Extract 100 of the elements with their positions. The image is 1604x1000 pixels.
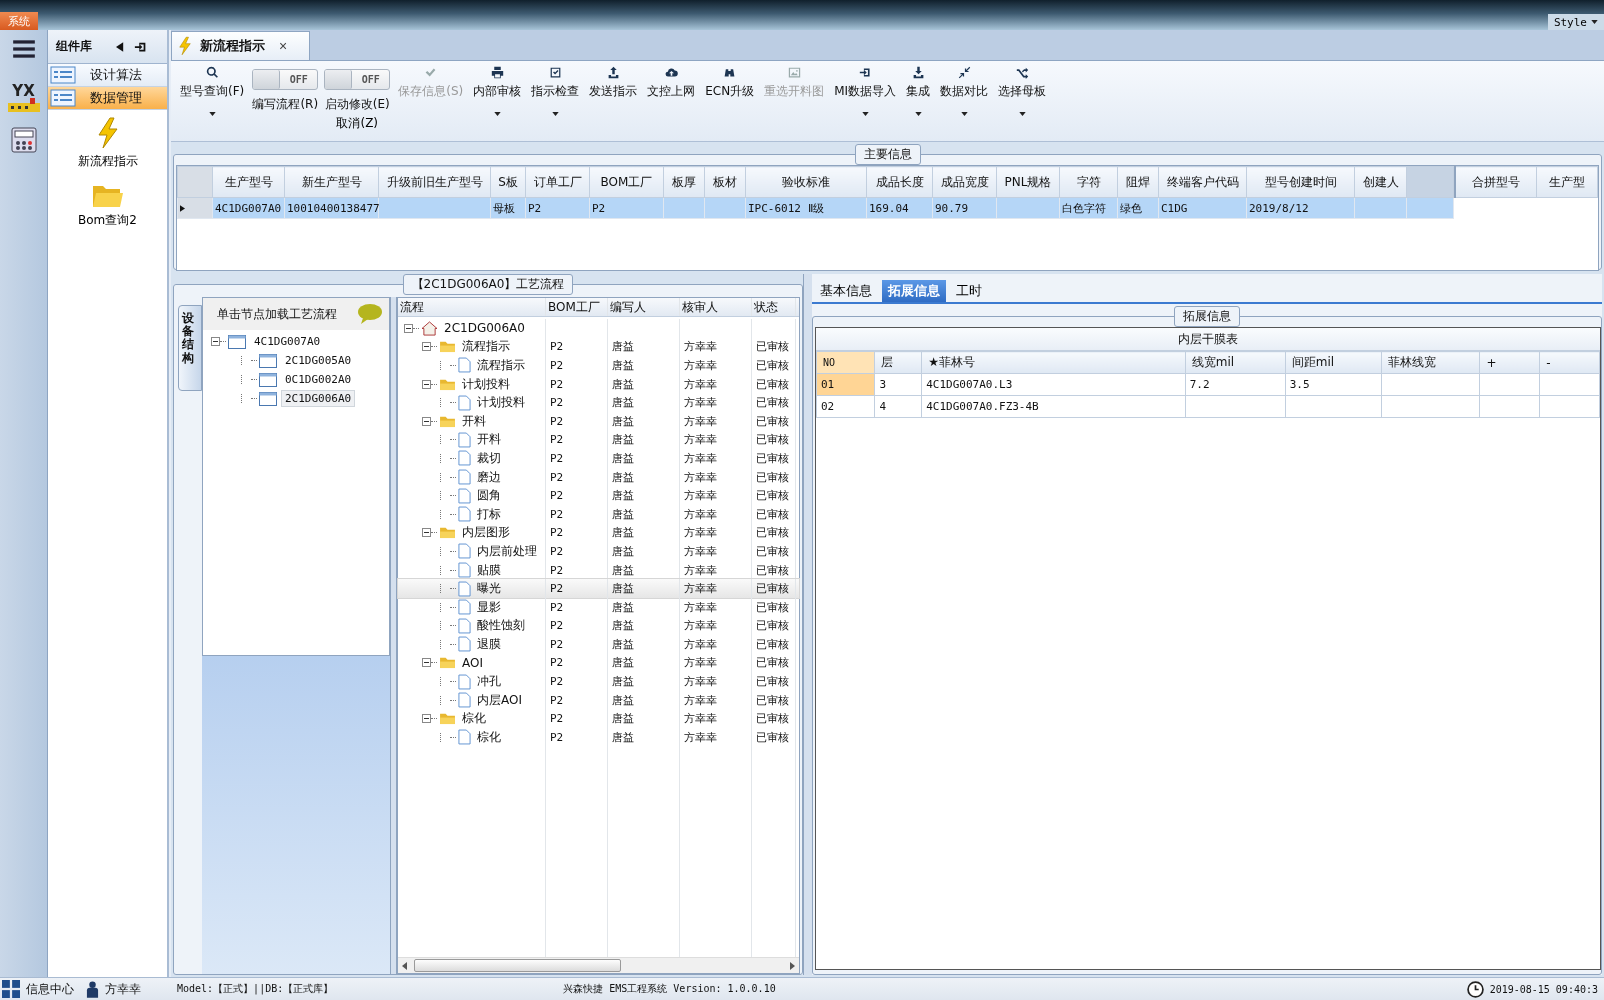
column-header[interactable]: - bbox=[1539, 351, 1600, 374]
tree-node[interactable]: 0C1DG002A0 bbox=[281, 371, 356, 388]
table-cell: 唐益 bbox=[612, 599, 634, 615]
factory-logo[interactable]: YX bbox=[7, 84, 40, 112]
tree-row[interactable]: 棕化 P2 唐益 方幸幸 已审核 bbox=[398, 709, 799, 729]
column-header[interactable]: 验收标准 bbox=[745, 166, 867, 198]
column-header[interactable]: ★菲林号 bbox=[921, 351, 1186, 374]
tree-row[interactable]: 计划投料 P2 唐益 方幸幸 已审核 bbox=[398, 393, 799, 412]
tree-node[interactable]: 4C1DG007A0 bbox=[250, 333, 325, 350]
column-header[interactable]: 间距mil bbox=[1285, 351, 1382, 374]
toggle-switch[interactable]: OFF bbox=[324, 69, 391, 90]
tree-row[interactable]: 2C1DG006A0 bbox=[398, 319, 799, 338]
column-header[interactable]: 状态 bbox=[752, 298, 796, 316]
tree-row[interactable]: 打标 P2 唐益 方幸幸 已审核 bbox=[398, 504, 799, 524]
tree-row[interactable]: 开料 P2 唐益 方幸幸 已审核 bbox=[398, 430, 799, 450]
tree-row[interactable]: 内层前处理 P2 唐益 方幸幸 已审核 bbox=[398, 542, 799, 561]
scroll-left-icon[interactable] bbox=[402, 961, 407, 970]
column-header[interactable]: 核审人 bbox=[680, 298, 752, 316]
tab[interactable]: 基本信息 bbox=[814, 280, 878, 302]
tab[interactable]: 拓展信息 bbox=[882, 280, 946, 302]
column-header[interactable]: 创建人 bbox=[1354, 166, 1407, 198]
column-header[interactable]: NO bbox=[816, 351, 875, 374]
column-header[interactable]: 成品宽度 bbox=[932, 166, 997, 198]
column-header[interactable]: 线宽mil bbox=[1185, 351, 1286, 374]
tree-label: 显影 bbox=[477, 598, 501, 616]
column-header[interactable]: PNL规格 bbox=[996, 166, 1060, 198]
tree-row[interactable]: 棕化 P2 唐益 方幸幸 已审核 bbox=[398, 728, 799, 747]
expander-icon[interactable] bbox=[211, 337, 220, 346]
tool-launcher[interactable]: Bom查询2 bbox=[72, 181, 143, 230]
column-header[interactable]: 层 bbox=[874, 351, 922, 374]
column-header[interactable]: 流程 bbox=[398, 298, 546, 316]
style-menu[interactable]: Style bbox=[1547, 14, 1604, 30]
toolbar-button[interactable]: 集成 bbox=[904, 64, 933, 102]
tree-row[interactable]: 磨边 P2 唐益 方幸幸 已审核 bbox=[398, 467, 799, 487]
scroll-right-icon[interactable] bbox=[790, 961, 795, 970]
column-header[interactable]: 生产型 bbox=[1536, 166, 1598, 198]
tree-row[interactable]: 开料 P2 唐益 方幸幸 已审核 bbox=[398, 411, 799, 431]
expander-icon[interactable] bbox=[422, 342, 431, 352]
grid-icon[interactable] bbox=[2, 980, 20, 998]
collapse-left-icon[interactable] bbox=[116, 41, 124, 52]
column-header[interactable]: 阻焊 bbox=[1117, 166, 1159, 198]
tree-row[interactable]: 圆角 P2 唐益 方幸幸 已审核 bbox=[398, 486, 799, 505]
column-header[interactable]: S板 bbox=[490, 166, 526, 198]
column-header[interactable]: 板厚 bbox=[663, 166, 705, 198]
cancel-button[interactable]: 取消(Z) bbox=[336, 115, 379, 132]
tree-node[interactable]: 2C1DG006A0 bbox=[281, 390, 356, 407]
expander-icon[interactable] bbox=[422, 658, 431, 668]
tree-row[interactable]: 显影 P2 唐益 方幸幸 已审核 bbox=[398, 597, 799, 617]
tree-row[interactable]: 内层图形 P2 唐益 方幸幸 已审核 bbox=[398, 523, 799, 543]
column-header[interactable]: 板材 bbox=[704, 166, 746, 198]
tree-row[interactable]: 流程指示 P2 唐益 方幸幸 已审核 bbox=[398, 337, 799, 357]
tree-row[interactable]: 内层AOI P2 唐益 方幸幸 已审核 bbox=[398, 690, 799, 710]
column-header[interactable]: 菲林线宽 bbox=[1381, 351, 1480, 374]
toolbar-button[interactable]: 文控上网 bbox=[645, 64, 698, 102]
toolbar-button[interactable]: 数据对比 bbox=[938, 64, 991, 102]
column-header[interactable]: BOM工厂 bbox=[589, 166, 664, 198]
tree-row[interactable]: 退膜 P2 唐益 方幸幸 已审核 bbox=[398, 635, 799, 654]
tab-title: 新流程指示 bbox=[200, 37, 265, 55]
toolbar-button[interactable]: 指示检查 bbox=[529, 64, 582, 102]
column-header[interactable]: 终端客户代码 bbox=[1158, 166, 1247, 198]
toolbar-button[interactable]: MI数据导入 bbox=[832, 64, 899, 102]
column-header[interactable]: 生产型号 bbox=[212, 166, 285, 198]
tree-row[interactable]: 酸性蚀刻 P2 唐益 方幸幸 已审核 bbox=[398, 616, 799, 636]
column-header[interactable]: + bbox=[1480, 351, 1540, 374]
tree-row[interactable]: 曝光 P2 唐益 方幸幸 已审核 bbox=[398, 579, 799, 598]
column-header[interactable]: 订单工厂 bbox=[525, 166, 590, 198]
tree-row[interactable]: AOI P2 唐益 方幸幸 已审核 bbox=[398, 653, 799, 673]
expander-icon[interactable] bbox=[422, 416, 431, 426]
toggle-switch[interactable]: OFF bbox=[252, 69, 319, 90]
calculator-icon[interactable] bbox=[9, 126, 38, 154]
tree-row[interactable]: 计划投料 P2 唐益 方幸幸 已审核 bbox=[398, 374, 799, 394]
document-tab[interactable]: 新流程指示 × bbox=[171, 31, 310, 60]
tool-launcher[interactable]: 新流程指示 bbox=[71, 116, 144, 171]
category-item[interactable]: 设计算法 bbox=[48, 64, 167, 87]
tree-row[interactable]: 流程指示 P2 唐益 方幸幸 已审核 bbox=[398, 356, 799, 375]
column-header[interactable]: 字符 bbox=[1059, 166, 1118, 198]
column-header[interactable]: 成品长度 bbox=[866, 166, 933, 198]
expander-icon[interactable] bbox=[422, 528, 431, 538]
expander-icon[interactable] bbox=[422, 714, 431, 724]
tree-row[interactable]: 冲孔 P2 唐益 方幸幸 已审核 bbox=[398, 672, 799, 691]
column-header[interactable]: 编写人 bbox=[608, 298, 680, 316]
column-header[interactable]: 新生产型号 bbox=[284, 166, 379, 198]
toolbar-button[interactable]: 内部审核 bbox=[471, 64, 524, 102]
toolbar-button[interactable]: 型号查询(F) bbox=[178, 64, 247, 102]
column-header[interactable]: 升级前旧生产型号 bbox=[378, 166, 491, 198]
column-header[interactable]: BOM工厂 bbox=[546, 298, 608, 316]
toolbar-button[interactable]: ECN升级 bbox=[703, 64, 757, 102]
column-header[interactable]: 型号创建时间 bbox=[1246, 166, 1355, 198]
toolbar-button[interactable]: 发送指示 bbox=[587, 64, 640, 102]
horizontal-scrollbar[interactable] bbox=[398, 957, 799, 973]
tab[interactable]: 工时 bbox=[950, 280, 988, 302]
tree-node[interactable]: 2C1DG005A0 bbox=[281, 352, 356, 369]
close-button[interactable]: × bbox=[277, 38, 290, 54]
tree-row[interactable]: 裁切 P2 唐益 方幸幸 已审核 bbox=[398, 449, 799, 468]
expander-icon[interactable] bbox=[404, 323, 413, 333]
toolbar-button[interactable]: 选择母板 bbox=[996, 64, 1049, 102]
category-item[interactable]: 数据管理 bbox=[48, 87, 167, 110]
expander-icon[interactable] bbox=[422, 379, 431, 389]
column-header[interactable]: 合拼型号 bbox=[1455, 166, 1537, 198]
side-tab[interactable]: 设备结构 bbox=[178, 305, 202, 391]
